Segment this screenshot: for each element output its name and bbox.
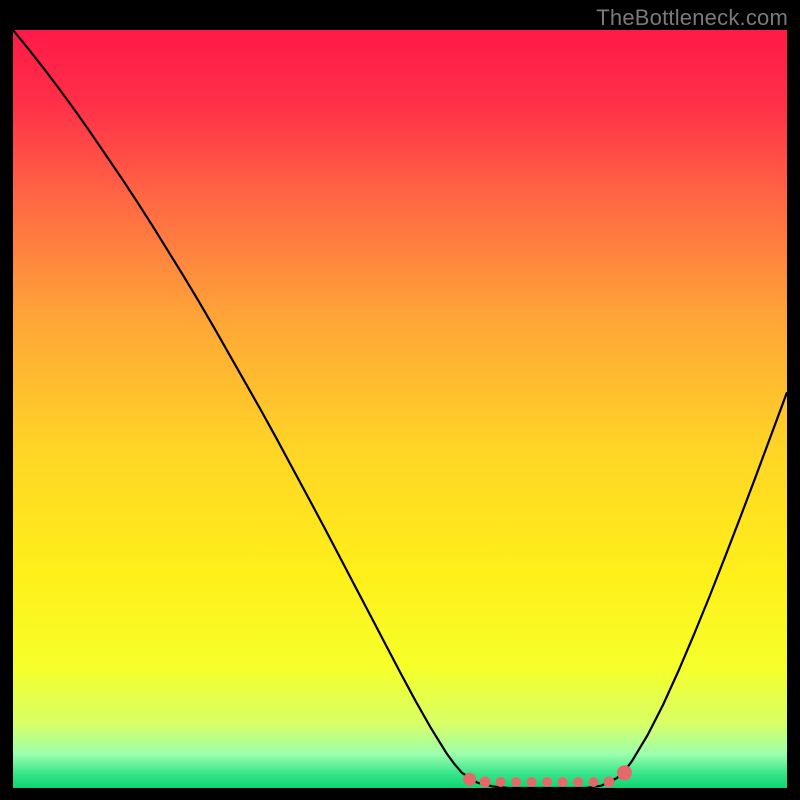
sweet-spot-dot	[603, 777, 614, 788]
watermark-text: TheBottleneck.com	[596, 5, 788, 31]
sweet-spot-dot	[511, 777, 521, 787]
bottleneck-chart	[13, 30, 787, 788]
sweet-spot-dot	[463, 773, 476, 786]
sweet-spot-dot	[617, 765, 632, 780]
sweet-spot-dot	[480, 777, 491, 788]
sweet-spot-dot	[573, 777, 583, 787]
sweet-spot-dot	[542, 777, 552, 787]
sweet-spot-dot	[496, 777, 506, 787]
chart-wrapper: TheBottleneck.com	[0, 0, 800, 800]
sweet-spot-dot	[527, 777, 537, 787]
sweet-spot-dot	[589, 777, 599, 787]
sweet-spot-dot	[558, 777, 568, 787]
